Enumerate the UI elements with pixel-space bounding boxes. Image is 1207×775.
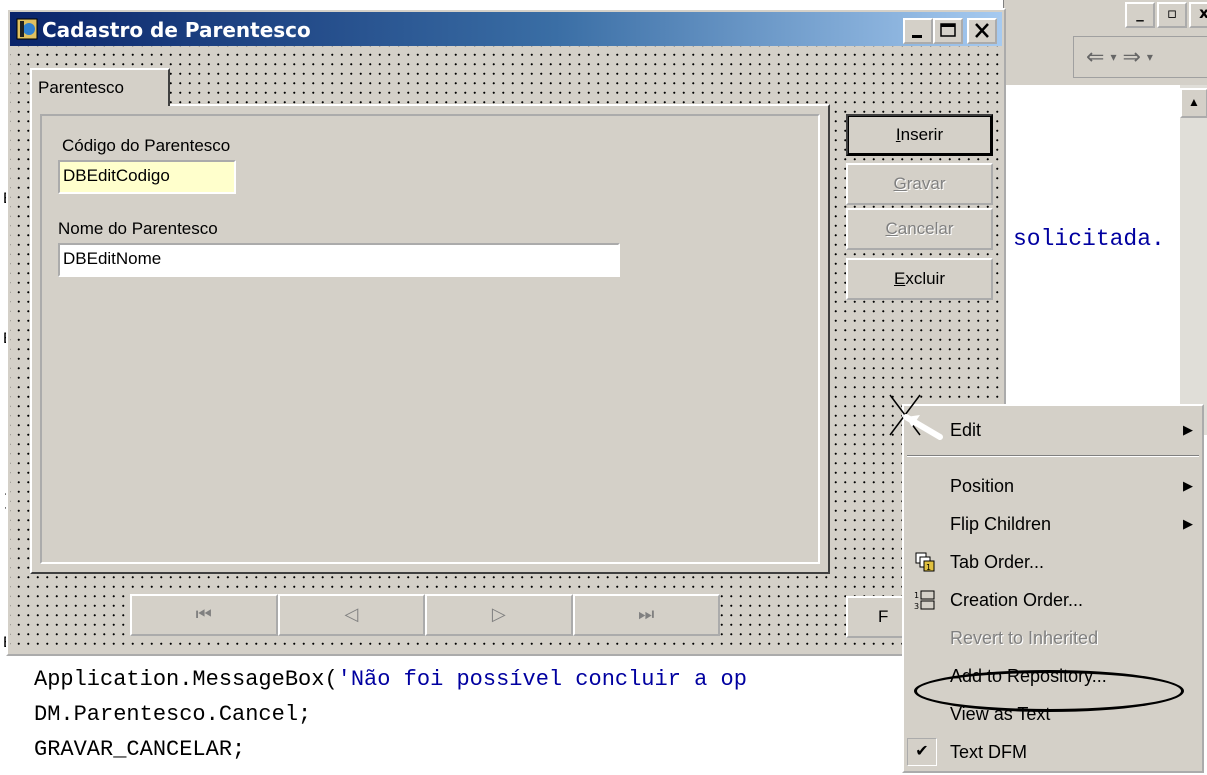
menu-separator <box>907 455 1199 457</box>
maximize-icon <box>940 23 956 37</box>
svg-text:3: 3 <box>914 602 919 611</box>
gravar-button[interactable]: Gravar <box>846 163 993 205</box>
prior-record-icon: ◁ <box>344 604 359 625</box>
close-button[interactable] <box>967 18 997 44</box>
minimize-icon <box>912 35 922 38</box>
minimize-button[interactable] <box>903 18 933 44</box>
editor-code-fragment: solicitada. <box>1013 226 1165 252</box>
context-menu: Edit ▶ Position ▶ Flip Children ▶ 1 Tab … <box>902 404 1204 773</box>
db-navigator: ⏮ ◁ ▷ ⏭ <box>130 594 720 636</box>
ide-close-button[interactable]: x <box>1189 2 1207 28</box>
ide-window-controls: _ ▫ x <box>1125 2 1207 28</box>
back-dropdown-icon[interactable]: ▾ <box>1110 50 1116 64</box>
close-icon <box>975 23 989 38</box>
tab-parentesco[interactable]: Parentesco <box>30 68 170 106</box>
svg-text:1: 1 <box>926 563 931 572</box>
back-arrow-icon[interactable]: ⇐ <box>1086 45 1104 70</box>
maximize-button[interactable] <box>933 18 963 44</box>
menu-item-flip-children[interactable]: Flip Children ▶ <box>904 507 1202 541</box>
tab-order-icon: 1 <box>915 552 935 572</box>
menu-item-creation-order[interactable]: 1 3 Creation Order... <box>904 583 1202 617</box>
code-line-1-prefix: Application.MessageBox( <box>34 667 338 692</box>
ide-restore-button[interactable]: ▫ <box>1157 2 1187 28</box>
next-record-icon: ▷ <box>491 604 506 625</box>
inserir-button[interactable]: Inserir <box>846 114 993 156</box>
excluir-button[interactable]: Excluir <box>846 258 993 300</box>
creation-order-icon: 1 3 <box>914 590 935 611</box>
mouse-cursor-icon <box>889 394 943 440</box>
nav-prior-button[interactable]: ◁ <box>277 594 425 636</box>
scroll-up-arrow-icon[interactable]: ▲ <box>1180 88 1207 118</box>
highlight-ellipse <box>914 670 1184 712</box>
ide-minimize-button[interactable]: _ <box>1125 2 1155 28</box>
codigo-edit[interactable]: DBEditCodigo <box>58 160 236 194</box>
form-app-icon <box>16 18 38 40</box>
nome-edit[interactable]: DBEditNome <box>58 243 620 277</box>
svg-text:1: 1 <box>914 591 919 600</box>
first-record-icon: ⏮ <box>195 604 212 625</box>
checkmark-icon: ✔ <box>907 738 937 766</box>
code-lines: Application.MessageBox('Não foi possível… <box>34 662 747 767</box>
nome-label: Nome do Parentesco <box>58 219 218 238</box>
editor-nav-arrows: ⇐ ▾ ⇒ ▾ <box>1073 36 1207 78</box>
menu-item-position[interactable]: Position ▶ <box>904 469 1202 503</box>
last-record-icon: ⏭ <box>638 604 655 625</box>
nav-next-button[interactable]: ▷ <box>425 594 573 636</box>
forward-dropdown-icon[interactable]: ▾ <box>1147 50 1153 64</box>
fechar-button[interactable]: F <box>846 596 906 638</box>
submenu-arrow-icon: ▶ <box>1183 422 1193 437</box>
form-window-controls <box>903 18 997 44</box>
form-titlebar[interactable]: Cadastro de Parentesco <box>10 12 1002 46</box>
editor-vertical-scrollbar[interactable] <box>1180 85 1207 435</box>
menu-item-tab-order[interactable]: 1 Tab Order... <box>904 545 1202 579</box>
cancelar-button[interactable]: Cancelar <box>846 208 993 250</box>
submenu-arrow-icon: ▶ <box>1183 478 1193 493</box>
menu-item-text-dfm[interactable]: ✔ Text DFM <box>904 735 1202 769</box>
codigo-label: Código do Parentesco <box>62 136 231 155</box>
code-line-3: GRAVAR_CANCELAR; <box>34 737 246 762</box>
nav-first-button[interactable]: ⏮ <box>130 594 278 636</box>
submenu-arrow-icon: ▶ <box>1183 516 1193 531</box>
code-line-2: DM.Parentesco.Cancel; <box>34 702 312 727</box>
menu-item-revert-to-inherited: Revert to Inherited <box>950 628 1099 648</box>
forward-arrow-icon[interactable]: ⇒ <box>1122 45 1140 70</box>
form-title: Cadastro de Parentesco <box>42 18 311 42</box>
nav-last-button[interactable]: ⏭ <box>572 594 720 636</box>
code-line-1-string: 'Não foi possível concluir a op <box>337 667 747 692</box>
